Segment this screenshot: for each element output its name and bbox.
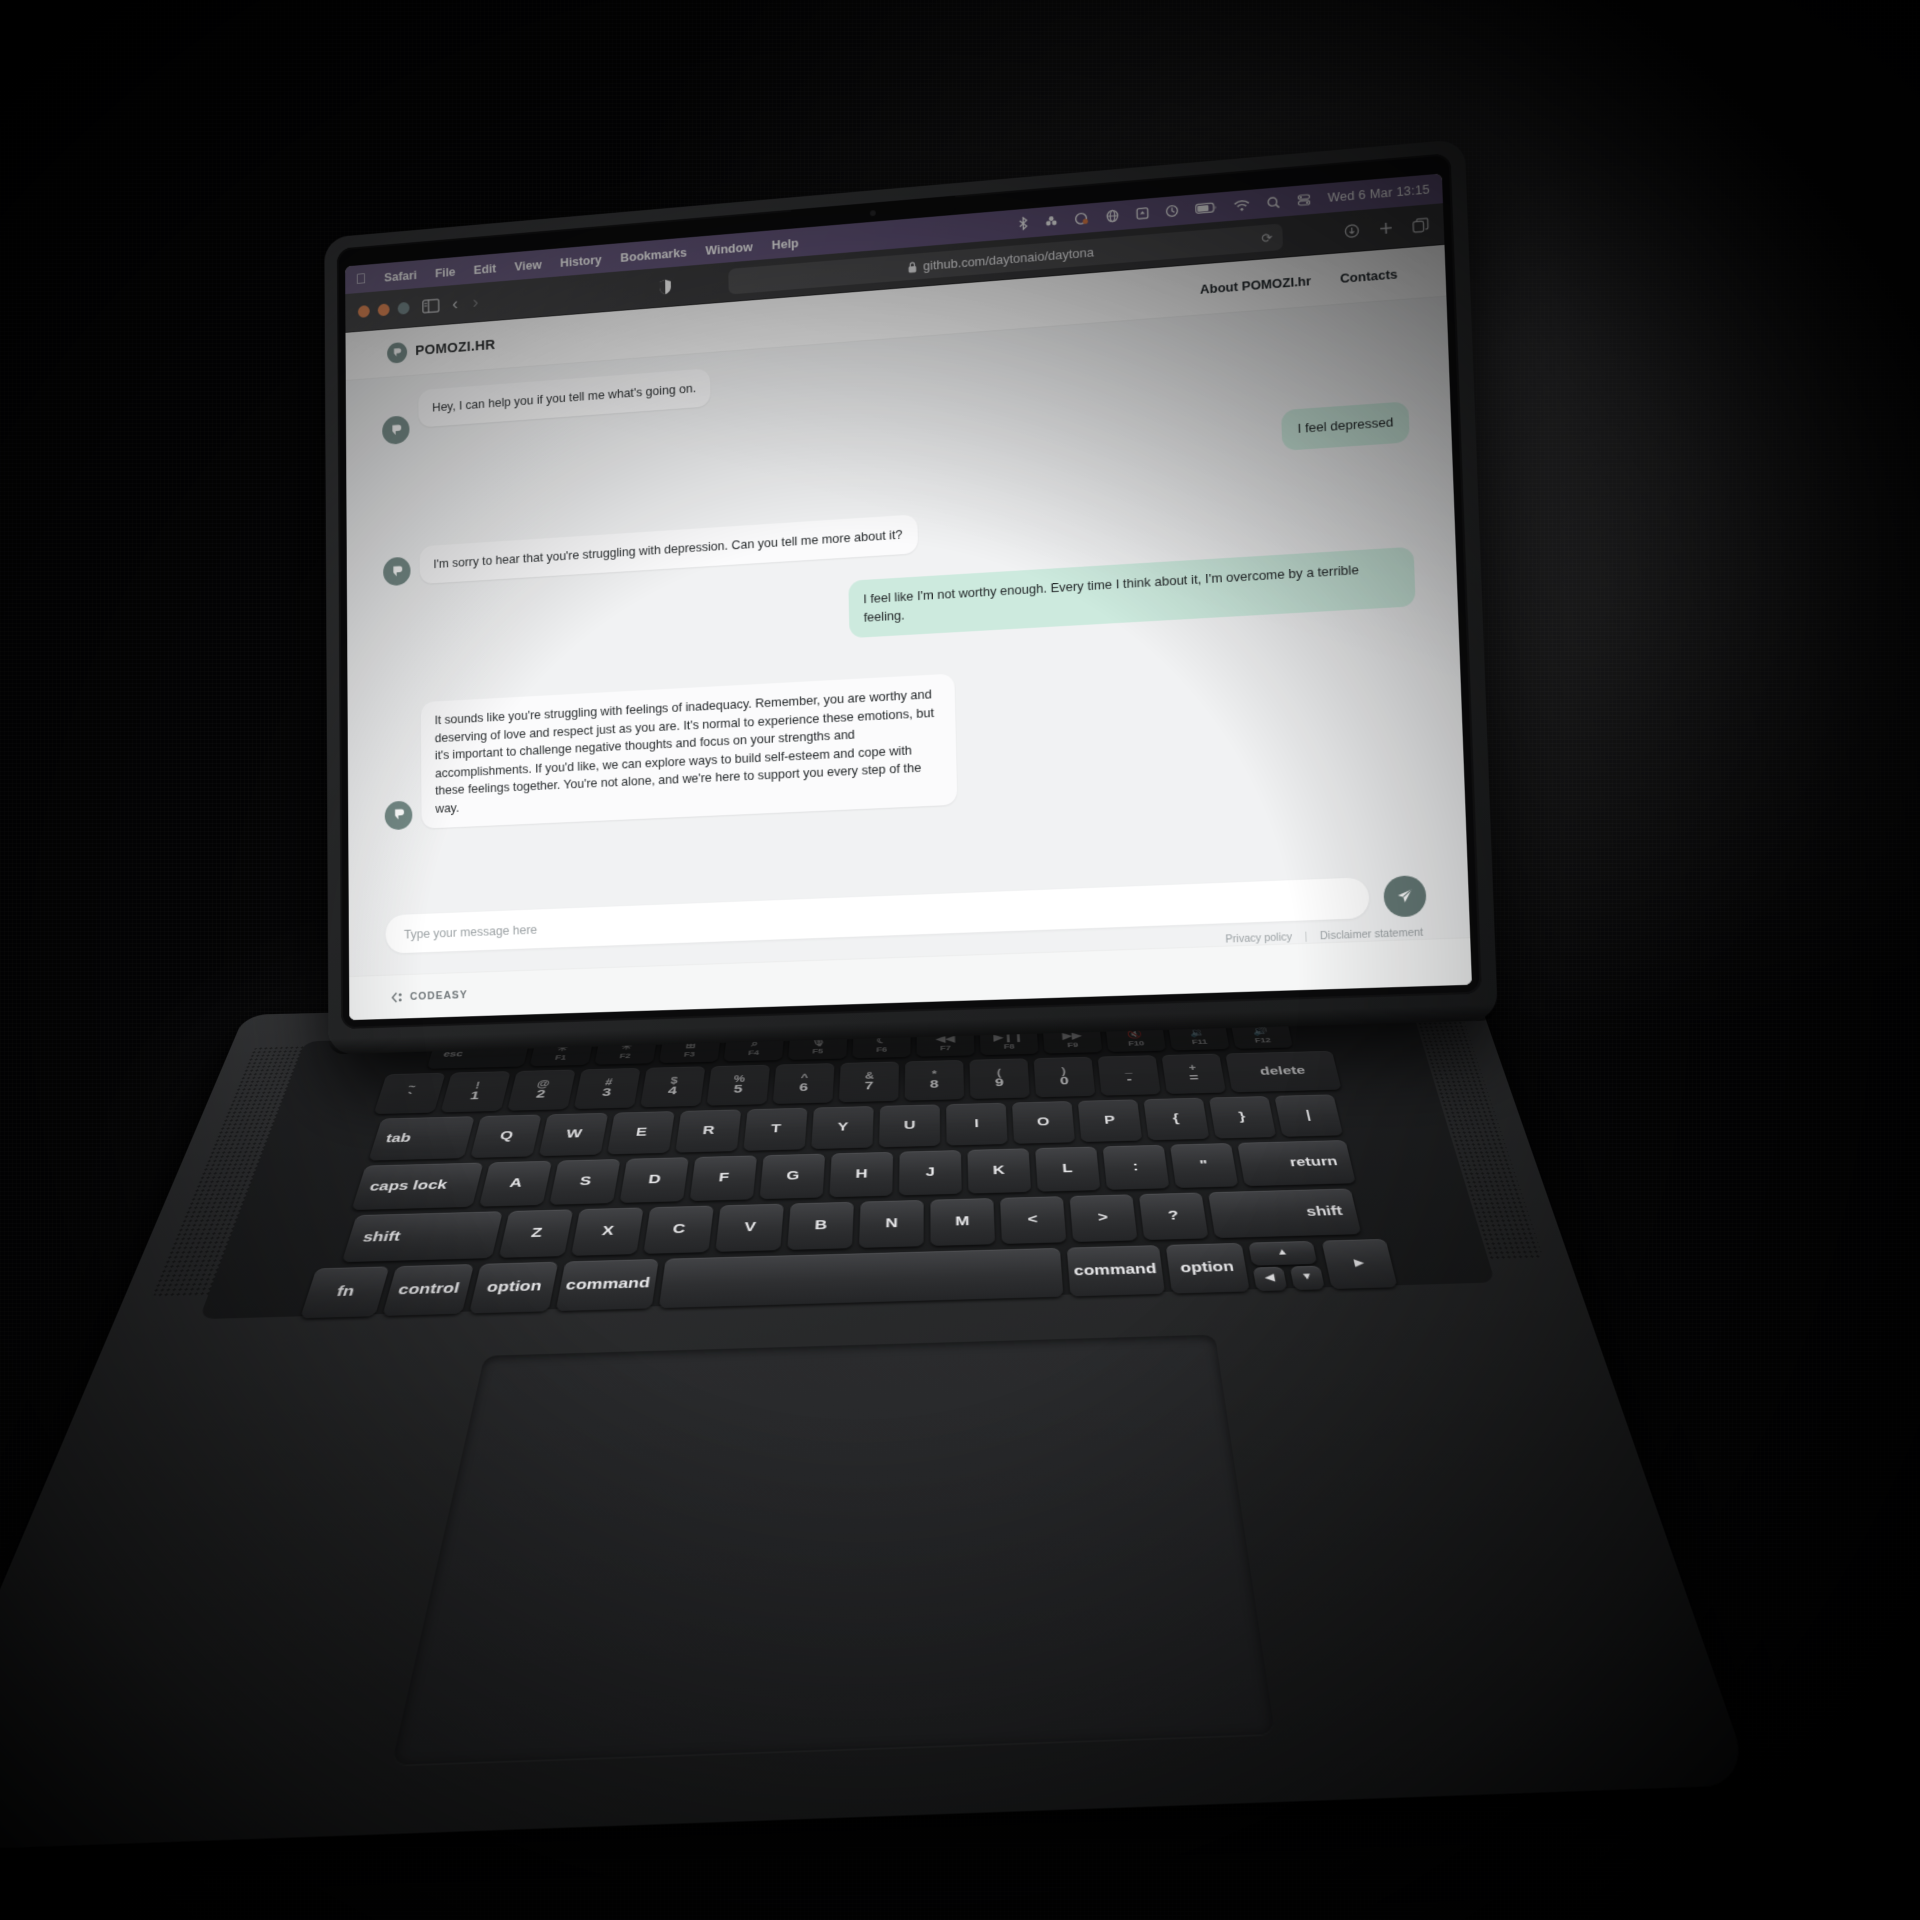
vignette-overlay — [0, 0, 1920, 1920]
screenshot-stage: esc ☀F1 ☀F2 ⊞F3 ⌕F4 🎙F5 ☾F6 ◀◀F7 ▶❙❙F8 ▶… — [0, 0, 1920, 1920]
